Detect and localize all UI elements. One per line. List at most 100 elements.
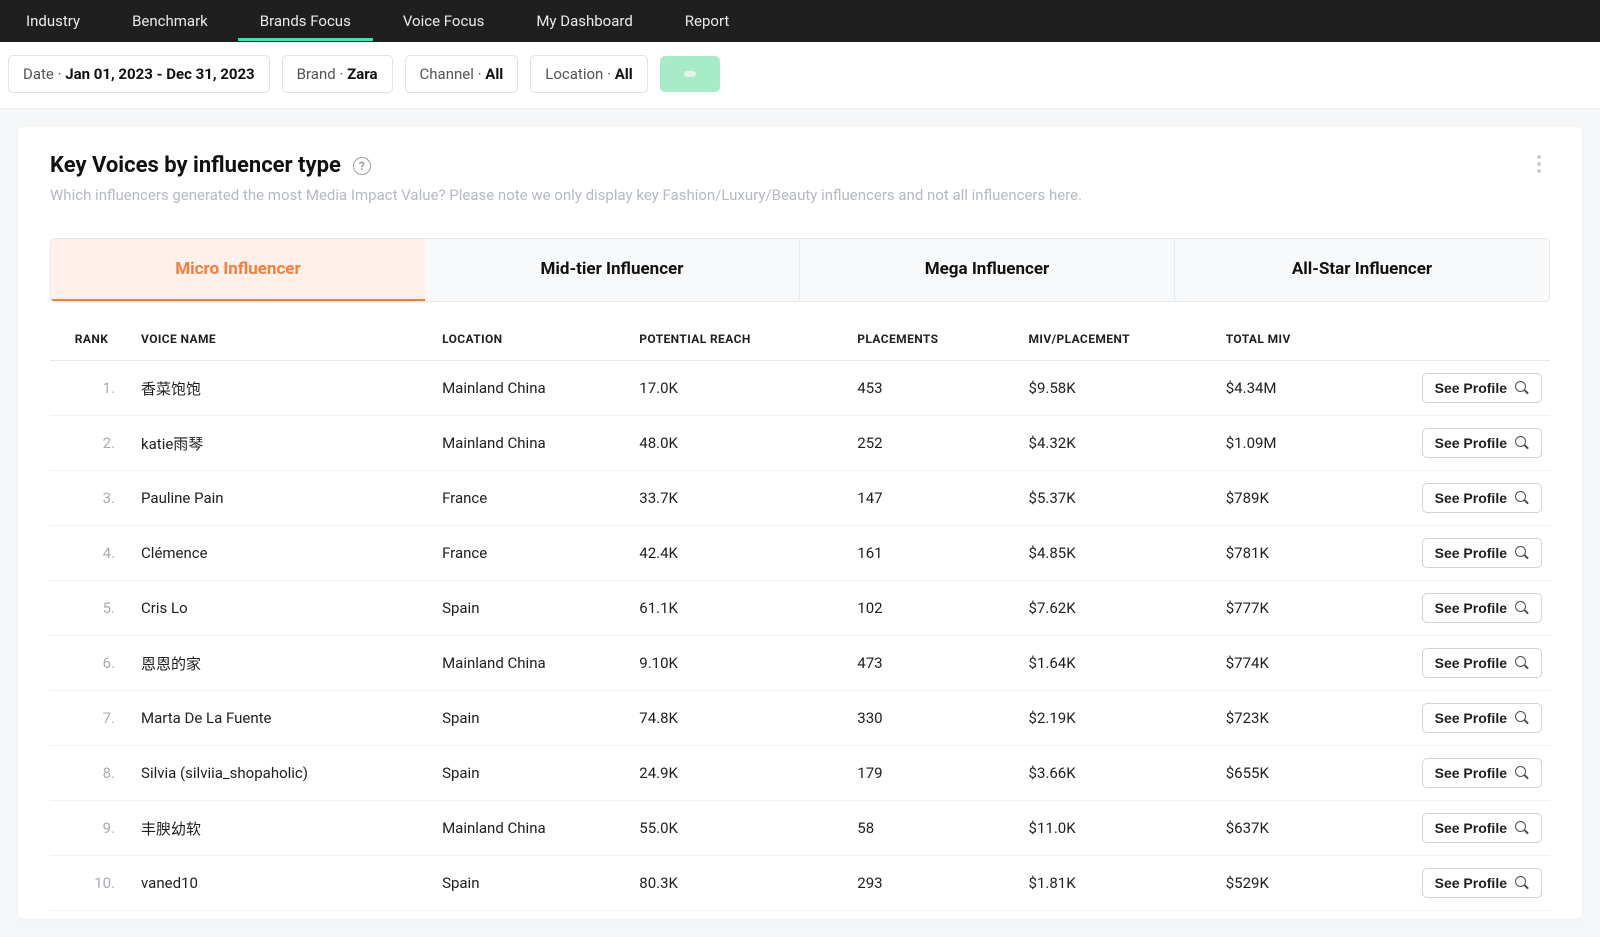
see-profile-label: See Profile — [1435, 655, 1507, 671]
cell-mivp: $9.58K — [1021, 361, 1218, 416]
nav-industry[interactable]: Industry — [20, 2, 86, 40]
apply-filters-button[interactable] — [660, 56, 720, 92]
cell-total-miv: $655K — [1218, 746, 1394, 801]
see-profile-label: See Profile — [1435, 875, 1507, 891]
cell-rank: 9. — [50, 801, 133, 856]
cell-location: France — [434, 526, 631, 581]
tab-mid-tier-influencer[interactable]: Mid-tier Influencer — [425, 239, 800, 301]
cell-placements: 179 — [849, 746, 1020, 801]
table-row: 8.Silvia (silviia_shopaholic)Spain24.9K1… — [50, 746, 1550, 801]
cell-action: See Profile — [1394, 416, 1550, 471]
cell-voice-name: 丰腴幼软 — [133, 801, 434, 856]
see-profile-button[interactable]: See Profile — [1422, 703, 1542, 733]
key-voices-panel: Key Voices by influencer type ? Which in… — [18, 127, 1582, 919]
see-profile-label: See Profile — [1435, 380, 1507, 396]
cell-placements: 473 — [849, 636, 1020, 691]
cell-mivp: $7.62K — [1021, 581, 1218, 636]
table-row: 5.Cris LoSpain61.1K102$7.62K$777KSee Pro… — [50, 581, 1550, 636]
table-row: 10.vaned10Spain80.3K293$1.81K$529KSee Pr… — [50, 856, 1550, 911]
filter-brand[interactable]: Brand · Zara — [282, 55, 393, 93]
table-row: 6.恩恩的家Mainland China9.10K473$1.64K$774KS… — [50, 636, 1550, 691]
nav-brands-focus[interactable]: Brands Focus — [254, 2, 357, 40]
cell-rank: 7. — [50, 691, 133, 746]
cell-action: See Profile — [1394, 526, 1550, 581]
see-profile-button[interactable]: See Profile — [1422, 428, 1542, 458]
search-icon — [1515, 436, 1529, 450]
cell-rank: 6. — [50, 636, 133, 691]
col-total[interactable]: TOTAL MIV — [1218, 312, 1394, 361]
cell-action: See Profile — [1394, 361, 1550, 416]
cell-placements: 58 — [849, 801, 1020, 856]
cell-rank: 8. — [50, 746, 133, 801]
col-mivp[interactable]: MIV/PLACEMENT — [1021, 312, 1218, 361]
col-reach[interactable]: POTENTIAL REACH — [631, 312, 849, 361]
filter-location[interactable]: Location · All — [530, 55, 647, 93]
cell-mivp: $4.32K — [1021, 416, 1218, 471]
cell-reach: 33.7K — [631, 471, 849, 526]
cell-voice-name: Marta De La Fuente — [133, 691, 434, 746]
cell-action: See Profile — [1394, 581, 1550, 636]
voices-table: RANK VOICE NAME LOCATION POTENTIAL REACH… — [50, 312, 1550, 911]
cell-mivp: $2.19K — [1021, 691, 1218, 746]
see-profile-button[interactable]: See Profile — [1422, 813, 1542, 843]
search-icon — [1515, 821, 1529, 835]
see-profile-button[interactable]: See Profile — [1422, 758, 1542, 788]
search-icon — [1515, 766, 1529, 780]
tab-mega-influencer[interactable]: Mega Influencer — [800, 239, 1175, 301]
see-profile-label: See Profile — [1435, 710, 1507, 726]
cell-rank: 1. — [50, 361, 133, 416]
filter-channel-value: All — [485, 65, 503, 83]
cell-placements: 161 — [849, 526, 1020, 581]
cell-rank: 4. — [50, 526, 133, 581]
cell-reach: 42.4K — [631, 526, 849, 581]
col-rank[interactable]: RANK — [50, 312, 133, 361]
panel-menu-button[interactable] — [1528, 153, 1550, 175]
cell-voice-name: katie雨琴 — [133, 416, 434, 471]
panel-title: Key Voices by influencer type — [50, 153, 341, 178]
nav-report[interactable]: Report — [679, 2, 736, 40]
cell-mivp: $5.37K — [1021, 471, 1218, 526]
see-profile-button[interactable]: See Profile — [1422, 648, 1542, 678]
see-profile-label: See Profile — [1435, 600, 1507, 616]
col-name[interactable]: VOICE NAME — [133, 312, 434, 361]
cell-total-miv: $777K — [1218, 581, 1394, 636]
cell-location: France — [434, 471, 631, 526]
col-location[interactable]: LOCATION — [434, 312, 631, 361]
cell-reach: 74.8K — [631, 691, 849, 746]
see-profile-button[interactable]: See Profile — [1422, 593, 1542, 623]
search-icon — [1515, 491, 1529, 505]
col-action — [1394, 312, 1550, 361]
tab-micro-influencer[interactable]: Micro Influencer — [50, 238, 426, 302]
see-profile-button[interactable]: See Profile — [1422, 868, 1542, 898]
cell-voice-name: 香菜饱饱 — [133, 361, 434, 416]
see-profile-button[interactable]: See Profile — [1422, 483, 1542, 513]
nav-benchmark[interactable]: Benchmark — [126, 2, 214, 40]
filter-channel-label: Channel — [420, 65, 474, 83]
filter-location-label: Location — [545, 65, 603, 83]
col-placements[interactable]: PLACEMENTS — [849, 312, 1020, 361]
filter-channel[interactable]: Channel · All — [405, 55, 519, 93]
tab-all-star-influencer[interactable]: All-Star Influencer — [1175, 239, 1549, 301]
search-icon — [1515, 876, 1529, 890]
cell-total-miv: $789K — [1218, 471, 1394, 526]
search-icon — [1515, 711, 1529, 725]
nav-my-dashboard[interactable]: My Dashboard — [530, 2, 638, 40]
cell-reach: 24.9K — [631, 746, 849, 801]
filter-date[interactable]: Date · Jan 01, 2023 - Dec 31, 2023 — [8, 55, 270, 93]
cell-mivp: $11.0K — [1021, 801, 1218, 856]
nav-voice-focus[interactable]: Voice Focus — [397, 2, 491, 40]
table-row: 1.香菜饱饱Mainland China17.0K453$9.58K$4.34M… — [50, 361, 1550, 416]
see-profile-button[interactable]: See Profile — [1422, 538, 1542, 568]
help-icon[interactable]: ? — [353, 157, 371, 175]
cell-voice-name: Pauline Pain — [133, 471, 434, 526]
cell-location: Spain — [434, 746, 631, 801]
cell-action: See Profile — [1394, 636, 1550, 691]
see-profile-button[interactable]: See Profile — [1422, 373, 1542, 403]
cell-rank: 2. — [50, 416, 133, 471]
cell-placements: 102 — [849, 581, 1020, 636]
search-icon — [1515, 546, 1529, 560]
cell-location: Mainland China — [434, 361, 631, 416]
see-profile-label: See Profile — [1435, 765, 1507, 781]
cell-voice-name: vaned10 — [133, 856, 434, 911]
cell-action: See Profile — [1394, 746, 1550, 801]
